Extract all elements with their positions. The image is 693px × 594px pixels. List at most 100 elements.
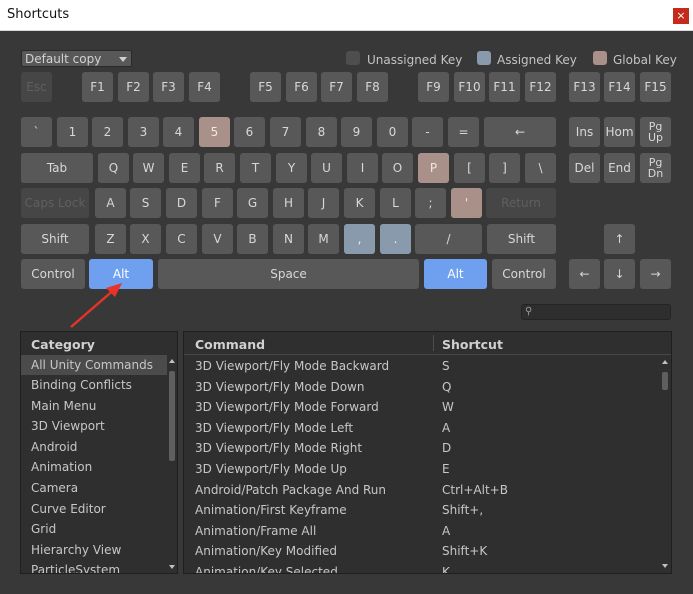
table-row[interactable]: 3D Viewport/Fly Mode Forward W (184, 397, 660, 418)
category-item-3d-viewport[interactable]: 3D Viewport (21, 416, 167, 437)
key-backslash[interactable]: \ (525, 153, 556, 183)
key-quote[interactable]: ' (451, 188, 482, 218)
table-row[interactable]: 3D Viewport/Fly Mode Down Q (184, 377, 660, 398)
scroll-down-icon[interactable] (662, 564, 668, 568)
key-left-alt[interactable]: Alt (89, 259, 153, 289)
key-u[interactable]: U (311, 153, 342, 183)
key-arrow-up[interactable]: ↑ (604, 224, 635, 254)
key-q[interactable]: Q (98, 153, 129, 183)
key-y[interactable]: Y (276, 153, 307, 183)
table-row[interactable]: 3D Viewport/Fly Mode Left A (184, 418, 660, 439)
key-3[interactable]: 3 (128, 117, 159, 147)
key-w[interactable]: W (133, 153, 164, 183)
command-scrollbar-thumb[interactable] (662, 372, 668, 390)
close-button[interactable]: × (673, 8, 689, 24)
key-f11[interactable]: F11 (489, 72, 520, 102)
key-minus[interactable]: - (412, 117, 443, 147)
category-item-binding-conflicts[interactable]: Binding Conflicts (21, 375, 167, 396)
category-item-hierarchy-view[interactable]: Hierarchy View (21, 540, 167, 561)
key-home[interactable]: Hom (604, 117, 635, 147)
key-s[interactable]: S (130, 188, 161, 218)
key-o[interactable]: O (382, 153, 413, 183)
key-m[interactable]: M (308, 224, 339, 254)
scroll-up-icon[interactable] (169, 359, 175, 363)
category-item-android[interactable]: Android (21, 437, 167, 458)
column-divider[interactable] (433, 335, 434, 351)
key-f[interactable]: F (202, 188, 233, 218)
key-return[interactable]: Return (486, 188, 556, 218)
scroll-down-icon[interactable] (169, 565, 175, 569)
key-7[interactable]: 7 (270, 117, 301, 147)
key-tab[interactable]: Tab (21, 153, 93, 183)
category-item-camera[interactable]: Camera (21, 478, 167, 499)
key-arrow-right[interactable]: → (640, 259, 671, 289)
key-6[interactable]: 6 (234, 117, 265, 147)
key-arrow-down[interactable]: ↓ (604, 259, 635, 289)
key-slash[interactable]: / (415, 224, 482, 254)
key-delete[interactable]: Del (569, 153, 600, 183)
key-period[interactable]: . (380, 224, 411, 254)
profile-dropdown[interactable]: Default copy (21, 50, 132, 67)
key-esc[interactable]: Esc (21, 72, 52, 102)
key-a[interactable]: A (95, 188, 126, 218)
key-k[interactable]: K (344, 188, 375, 218)
category-scrollbar-thumb[interactable] (169, 371, 175, 461)
key-0[interactable]: 0 (377, 117, 408, 147)
category-item-all-unity-commands[interactable]: All Unity Commands (21, 355, 167, 375)
key-semicolon[interactable]: ; (415, 188, 446, 218)
key-page-down[interactable]: Pg Dn (640, 153, 671, 183)
key-x[interactable]: X (130, 224, 161, 254)
key-4[interactable]: 4 (163, 117, 194, 147)
table-row[interactable]: Android/Patch Package And Run Ctrl+Alt+B (184, 480, 660, 501)
key-page-up[interactable]: Pg Up (640, 117, 671, 147)
table-row[interactable]: Animation/Frame All A (184, 521, 660, 542)
key-backspace[interactable]: ← (484, 117, 556, 147)
key-f3[interactable]: F3 (153, 72, 184, 102)
key-f9[interactable]: F9 (418, 72, 449, 102)
scroll-up-icon[interactable] (662, 360, 668, 364)
key-right-control[interactable]: Control (492, 259, 556, 289)
key-right-alt[interactable]: Alt (424, 259, 487, 289)
key-space[interactable]: Space (158, 259, 419, 289)
key-right-shift[interactable]: Shift (487, 224, 556, 254)
key-f1[interactable]: F1 (82, 72, 113, 102)
key-right-bracket[interactable]: ] (489, 153, 520, 183)
key-left-control[interactable]: Control (21, 259, 85, 289)
key-5[interactable]: 5 (199, 117, 230, 147)
key-f13[interactable]: F13 (569, 72, 600, 102)
key-c[interactable]: C (166, 224, 197, 254)
key-b[interactable]: B (237, 224, 268, 254)
key-j[interactable]: J (308, 188, 339, 218)
table-row[interactable]: Animation/Key Modified Shift+K (184, 541, 660, 562)
search-input[interactable]: ⚲ (521, 304, 671, 320)
column-header-command[interactable]: Command (195, 337, 265, 352)
key-f12[interactable]: F12 (525, 72, 556, 102)
key-f2[interactable]: F2 (118, 72, 149, 102)
key-arrow-left[interactable]: ← (569, 259, 600, 289)
table-row[interactable]: 3D Viewport/Fly Mode Right D (184, 438, 660, 459)
key-g[interactable]: G (237, 188, 268, 218)
key-left-shift[interactable]: Shift (21, 224, 89, 254)
key-backquote[interactable]: ` (21, 117, 52, 147)
column-header-shortcut[interactable]: Shortcut (442, 337, 503, 352)
category-item-main-menu[interactable]: Main Menu (21, 396, 167, 417)
key-1[interactable]: 1 (57, 117, 88, 147)
key-f15[interactable]: F15 (640, 72, 671, 102)
key-e[interactable]: E (169, 153, 200, 183)
key-i[interactable]: I (347, 153, 378, 183)
key-equals[interactable]: = (448, 117, 479, 147)
key-h[interactable]: H (273, 188, 304, 218)
key-f6[interactable]: F6 (286, 72, 317, 102)
key-2[interactable]: 2 (92, 117, 123, 147)
key-9[interactable]: 9 (341, 117, 372, 147)
key-insert[interactable]: Ins (569, 117, 600, 147)
command-scrollbar[interactable] (660, 356, 670, 572)
key-n[interactable]: N (273, 224, 304, 254)
key-f10[interactable]: F10 (454, 72, 485, 102)
key-end[interactable]: End (604, 153, 635, 183)
key-f5[interactable]: F5 (250, 72, 281, 102)
key-8[interactable]: 8 (306, 117, 337, 147)
table-row[interactable]: 3D Viewport/Fly Mode Backward S (184, 356, 660, 377)
category-item-curve-editor[interactable]: Curve Editor (21, 499, 167, 520)
key-caps-lock[interactable]: Caps Lock (21, 188, 89, 218)
